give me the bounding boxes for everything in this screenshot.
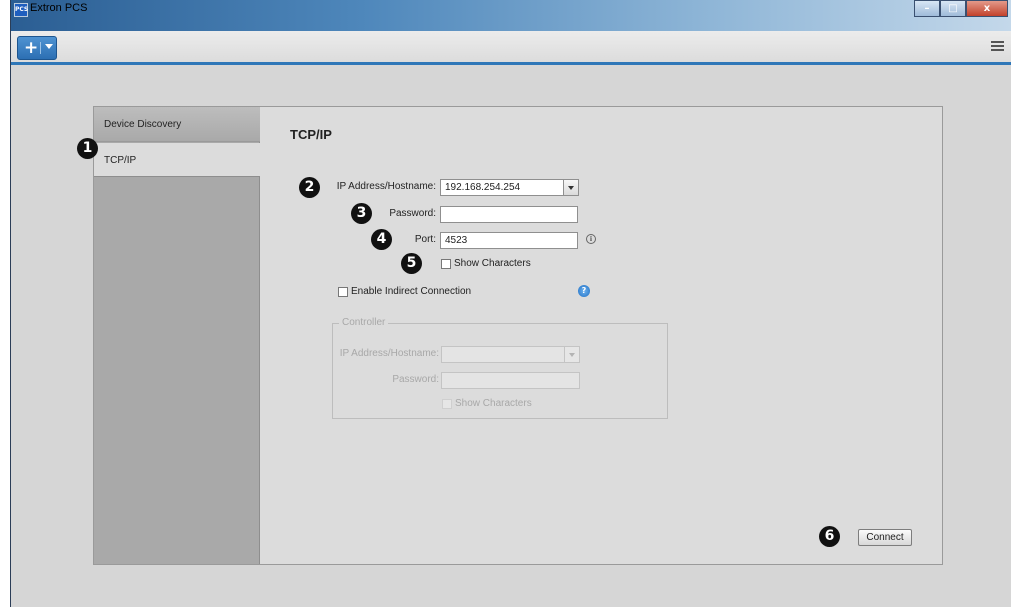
- app-icon: PCS: [14, 3, 28, 17]
- window-title: Extron PCS: [30, 2, 88, 14]
- callout-badge-6: 6: [819, 526, 840, 547]
- callout-badge-1: 1: [77, 138, 98, 159]
- controller-group: Controller IP Address/Hostname: Password…: [332, 317, 668, 419]
- controller-password-field: [441, 372, 580, 389]
- password-field[interactable]: [440, 206, 578, 223]
- button-separator: [40, 42, 41, 54]
- chevron-down-icon[interactable]: [45, 44, 53, 49]
- plus-icon: +: [24, 38, 39, 58]
- callout-badge-3: 3: [351, 203, 372, 224]
- chevron-down-icon: [568, 186, 574, 190]
- controller-show-characters-checkbox: [442, 399, 452, 409]
- window-controls: – □ x: [914, 0, 1008, 18]
- connection-panel: Device Discovery TCP/IP TCP/IP IP Addres…: [93, 106, 943, 565]
- callout-badge-2: 2: [299, 177, 320, 198]
- controller-ip-field: [441, 346, 565, 363]
- show-characters-checkbox[interactable]: [441, 259, 451, 269]
- controller-ip-label: IP Address/Hostname:: [339, 348, 439, 359]
- app-window: PCS Extron PCS – □ x + Device Discovery …: [10, 0, 1011, 607]
- close-button[interactable]: x: [966, 0, 1008, 17]
- title-bar: PCS Extron PCS – □ x: [11, 0, 1011, 31]
- toolbar: +: [11, 31, 1011, 65]
- callout-badge-5: 5: [401, 253, 422, 274]
- hamburger-menu-icon[interactable]: [991, 41, 1004, 52]
- controller-group-title: Controller: [339, 317, 389, 328]
- ip-address-field[interactable]: 192.168.254.254: [440, 179, 565, 196]
- chevron-down-icon: [569, 353, 575, 357]
- sidebar: Device Discovery TCP/IP: [94, 107, 260, 564]
- ip-address-dropdown-button[interactable]: [563, 179, 579, 196]
- page-title: TCP/IP: [290, 127, 332, 142]
- info-icon[interactable]: i: [586, 234, 596, 244]
- help-icon[interactable]: ?: [578, 285, 590, 297]
- maximize-button[interactable]: □: [940, 0, 966, 17]
- enable-indirect-connection-label[interactable]: Enable Indirect Connection: [351, 286, 471, 297]
- controller-show-characters-label: Show Characters: [455, 398, 532, 409]
- controller-ip-dropdown-button: [564, 346, 580, 363]
- port-label: Port:: [414, 234, 436, 245]
- show-characters-label[interactable]: Show Characters: [454, 258, 531, 269]
- callout-badge-4: 4: [371, 229, 392, 250]
- new-connection-button[interactable]: +: [17, 36, 57, 60]
- controller-password-label: Password:: [392, 374, 439, 385]
- minimize-button[interactable]: –: [914, 0, 940, 17]
- enable-indirect-connection-checkbox[interactable]: [338, 287, 348, 297]
- port-field[interactable]: 4523: [440, 232, 578, 249]
- connect-button[interactable]: Connect: [858, 529, 912, 546]
- sidebar-item-tcpip[interactable]: TCP/IP: [94, 143, 260, 177]
- ip-address-label: IP Address/Hostname:: [336, 181, 436, 192]
- sidebar-item-device-discovery[interactable]: Device Discovery: [94, 107, 260, 142]
